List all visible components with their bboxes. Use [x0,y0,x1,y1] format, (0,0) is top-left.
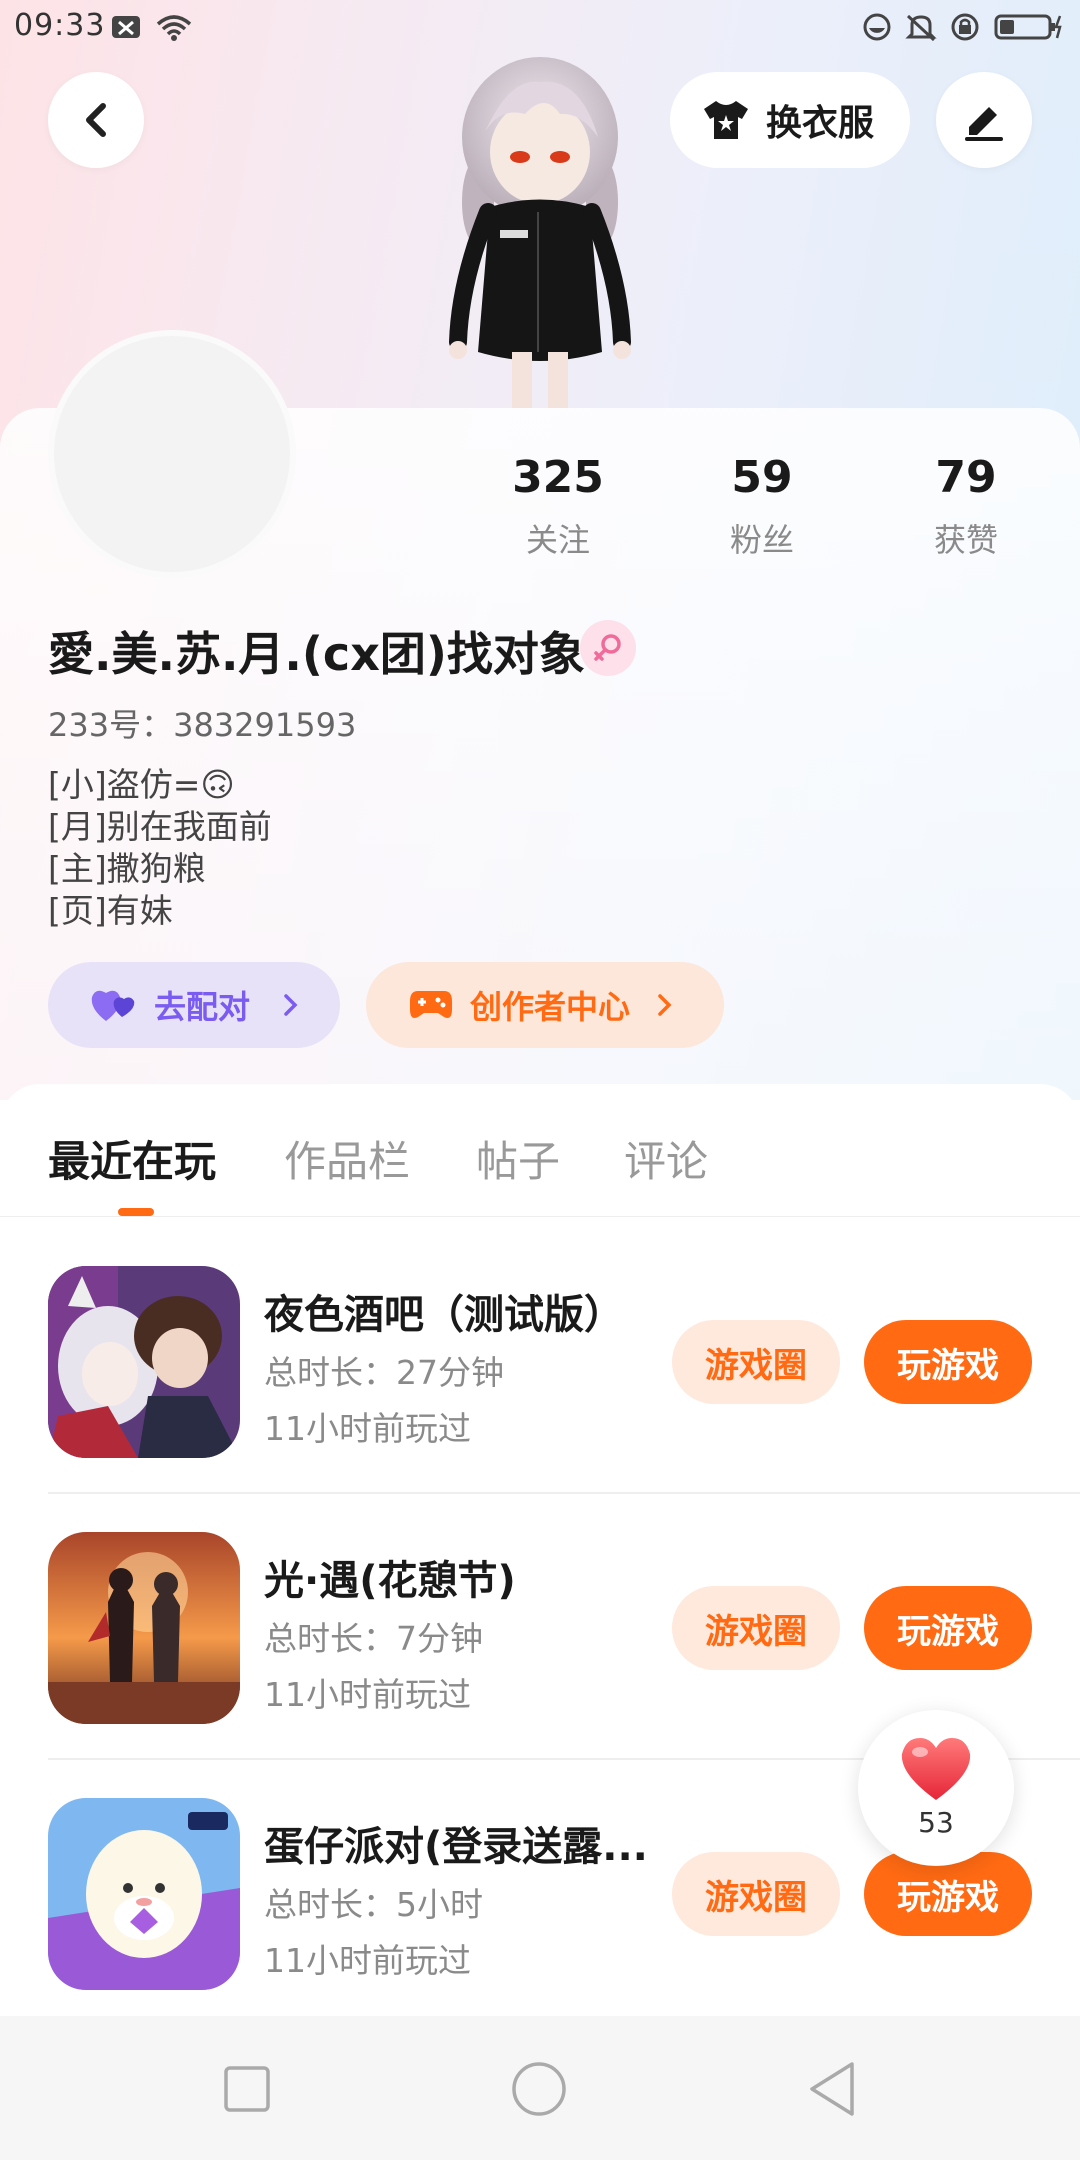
pencil-icon [965,107,1003,141]
game-last-played: 11小时前玩过 [264,1675,471,1714]
game-duration: 总时长：7分钟 [264,1619,483,1658]
likes-count: 79 [935,452,997,503]
avatar-character-image [449,57,631,408]
bio: [小]盗仿=🙃 [月]别在我面前 [主]撒狗粮 [页]有妹 [48,764,272,932]
play-game-button[interactable]: 玩游戏 [864,1586,1032,1670]
likes-label: 获赞 [933,521,998,559]
moon-icon [863,13,891,41]
tab-comments[interactable]: 评论 [624,1128,708,1189]
edit-profile-button[interactable] [936,72,1032,168]
status-bar: 09:33 [0,0,1080,56]
bio-line: [主]撒狗粮 [48,849,206,888]
game-duration: 总时长：5小时 [264,1885,483,1924]
stat-followers[interactable]: 59 粉丝 [682,452,842,561]
female-icon [594,634,621,661]
game-duration: 总时长：27分钟 [264,1353,504,1392]
gender-badge [580,620,636,676]
tab-posts[interactable]: 帖子 [476,1128,560,1189]
match-button[interactable]: 去配对 [48,962,340,1048]
change-outfit-label: 换衣服 [766,103,875,144]
followers-count: 59 [731,452,793,503]
nickname: 愛.美.苏.月.(cx团)找对象 [48,627,585,681]
match-label: 去配对 [154,988,251,1026]
system-nav-bar [0,2016,1080,2160]
game-thumbnail [48,1266,240,1458]
shirt-icon [704,101,748,139]
game-title: 蛋仔派对(登录送露... [264,1824,648,1870]
bio-line: [小]盗仿=🙃 [48,765,235,804]
chevron-right-icon [284,994,298,1016]
play-game-button[interactable]: 玩游戏 [864,1320,1032,1404]
battery-icon [994,14,1062,40]
game-last-played: 11小时前玩过 [264,1409,471,1448]
active-tab-indicator [118,1208,154,1216]
like-floating-button[interactable]: 53 [858,1710,1014,1866]
bio-line: [页]有妹 [48,891,173,930]
stat-following[interactable]: 325 关注 [478,452,638,561]
back-button[interactable] [48,72,144,168]
profile-tabs: 最近在玩 作品栏 帖子 评论 [0,1084,1080,1217]
user-id: 233号：383291593 [48,706,357,744]
game-circle-button[interactable]: 游戏圈 [672,1320,840,1404]
following-label: 关注 [525,521,590,559]
home-icon[interactable] [510,2060,568,2118]
recent-apps-icon[interactable] [222,2064,272,2114]
divider [48,1492,1080,1494]
heart-icon [901,1738,971,1800]
stat-likes[interactable]: 79 获赞 [886,452,1046,561]
chevron-right-icon [658,994,672,1016]
creator-center-label: 创作者中心 [470,988,631,1026]
game-thumbnail [48,1532,240,1724]
creator-center-button[interactable]: 创作者中心 [366,962,724,1048]
lock-rotation-icon [951,13,979,41]
game-circle-button[interactable]: 游戏圈 [672,1852,840,1936]
game-title: 夜色酒吧（测试版） [264,1292,624,1338]
back-nav-icon[interactable] [806,2060,860,2118]
wifi-icon [156,15,192,41]
bio-line: [月]别在我面前 [48,807,272,846]
like-count: 53 [918,1806,954,1839]
avatar[interactable] [48,330,296,578]
tab-recent-played[interactable]: 最近在玩 [48,1128,216,1189]
notification-icon [112,16,140,38]
game-circle-button[interactable]: 游戏圈 [672,1586,840,1670]
chevron-left-icon [86,103,106,137]
game-title: 光·遇(花憩节) [264,1558,516,1604]
bell-muted-icon [905,14,937,42]
gamepad-icon [410,991,452,1018]
game-thumbnail [48,1798,240,1990]
status-time: 09:33 [14,8,106,43]
following-count: 325 [512,452,604,503]
hearts-icon [91,990,135,1021]
followers-label: 粉丝 [729,521,794,559]
change-outfit-button[interactable]: 换衣服 [670,72,910,168]
game-last-played: 11小时前玩过 [264,1941,471,1980]
tab-works[interactable]: 作品栏 [284,1128,410,1189]
